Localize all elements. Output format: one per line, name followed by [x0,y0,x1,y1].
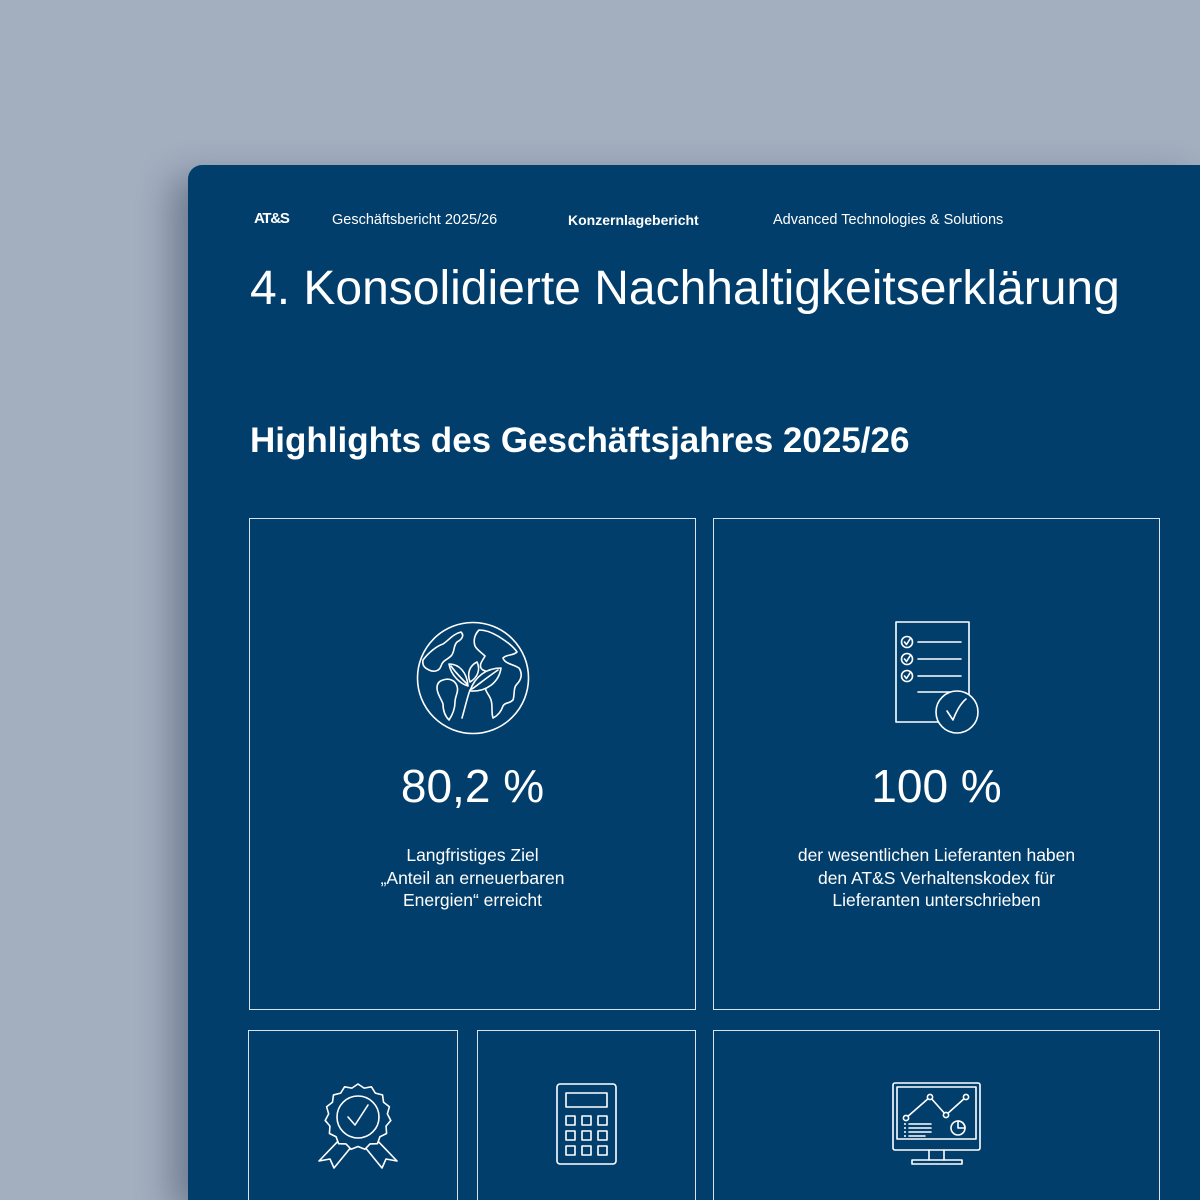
description-line: Langfristiges Ziel [406,845,539,865]
monitor-chart-icon [892,1082,981,1165]
calculator-keys [565,1115,608,1156]
page-title: 4. Konsolidierte Nachhaltigkeitserklärun… [250,262,1120,315]
rosette-edge [324,1083,392,1151]
monitor-base [911,1159,963,1165]
highlight-card-award [248,1030,458,1200]
checklist-icon [895,621,979,734]
award-icon [318,1083,398,1169]
description-line: „Anteil an erneuerbaren [380,867,565,888]
nav-management-report[interactable]: Konzernlagebericht [568,213,699,227]
description-line: den AT&S Verhaltenskodex für [817,867,1056,888]
nav-annual-report[interactable]: Geschäftsbericht 2025/26 [332,213,497,228]
report-page: AT&S Geschäftsbericht 2025/26 Konzernlag… [188,165,1200,1200]
line-chart [902,1093,970,1122]
highlight-card-supplier-code: 100 % der wesentlichen Lieferanten haben… [713,518,1160,1010]
description-line: der wesentlichen Lieferanten haben [797,845,1076,865]
highlight-description: Langfristiges Ziel „Anteil an erneuerbar… [250,844,695,912]
highlight-description: der wesentlichen Lieferanten haben den A… [714,844,1159,912]
highlight-card-renewable-energy: 80,2 % Langfristiges Ziel „Anteil an ern… [249,518,696,1010]
section-subtitle: Highlights des Geschäftsjahres 2025/26 [250,421,910,460]
description-line: Energien“ erreicht [402,890,543,910]
checklist-rows [900,635,962,693]
pie-chart [950,1120,966,1136]
ats-logo[interactable]: AT&S [254,211,290,226]
calculator-display [565,1092,608,1108]
highlight-card-calculator [477,1030,696,1200]
calculator-icon [556,1083,617,1165]
text-lines [904,1123,932,1137]
company-tagline: Advanced Technologies & Solutions [773,212,1004,228]
description-line: Lieferanten unterschrieben [832,890,1041,910]
highlight-value: 100 % [871,760,1002,812]
highlight-value: 80,2 % [400,760,545,812]
globe-leaf-icon [416,621,530,735]
highlight-card-monitor [713,1030,1160,1200]
